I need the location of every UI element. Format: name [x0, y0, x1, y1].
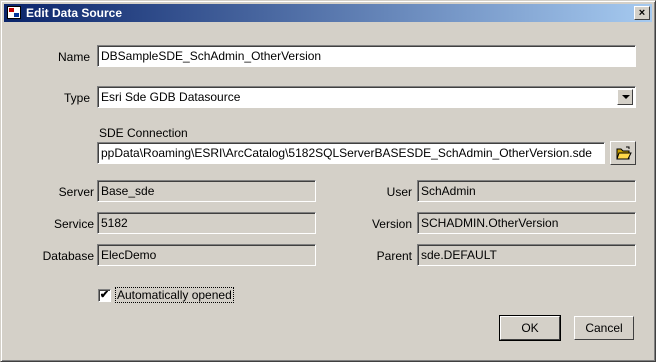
app-icon: [7, 6, 21, 19]
type-selected-value: Esri Sde GDB Datasource: [101, 90, 241, 104]
server-label: Server: [58, 185, 94, 199]
version-field: SCHADMIN.OtherVersion: [417, 212, 636, 234]
cancel-button[interactable]: Cancel: [574, 316, 634, 340]
title-bar[interactable]: Edit Data Source ×: [4, 4, 652, 22]
parent-label: Parent: [376, 249, 412, 263]
name-label: Name: [57, 50, 90, 64]
folder-open-icon: [616, 146, 632, 160]
version-label: Version: [371, 217, 412, 231]
sde-connection-input[interactable]: ppData\Roaming\ESRI\ArcCatalog\5182SQLSe…: [97, 142, 605, 164]
dialog-title: Edit Data Source: [26, 6, 123, 20]
browse-button[interactable]: [610, 141, 636, 165]
server-field: Base_sde: [97, 180, 316, 202]
auto-open-label[interactable]: Automatically opened: [115, 287, 234, 303]
auto-open-checkbox[interactable]: ✔: [98, 289, 111, 302]
type-label: Type: [63, 91, 90, 105]
user-field: SchAdmin: [417, 180, 636, 202]
user-label: User: [386, 185, 412, 199]
name-input[interactable]: DBSampleSDE_SchAdmin_OtherVersion: [97, 45, 636, 67]
parent-field: sde.DEFAULT: [417, 244, 636, 266]
service-field: 5182: [97, 212, 316, 234]
ok-button[interactable]: OK: [499, 315, 561, 341]
chevron-down-icon[interactable]: [617, 89, 633, 105]
type-select[interactable]: Esri Sde GDB Datasource: [97, 86, 636, 108]
database-label: Database: [42, 249, 94, 263]
service-label: Service: [53, 217, 94, 231]
database-field: ElecDemo: [97, 244, 316, 266]
close-button[interactable]: ×: [634, 6, 650, 20]
sde-connection-label: SDE Connection: [99, 126, 188, 140]
